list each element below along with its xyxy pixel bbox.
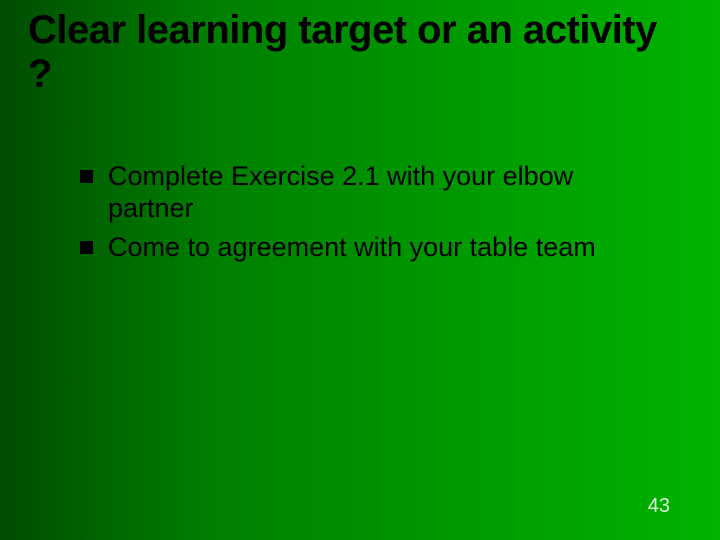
- slide-content: Complete Exercise 2.1 with your elbow pa…: [80, 160, 660, 269]
- slide: Clear learning target or an activity ? C…: [0, 0, 720, 540]
- bullet-item: Come to agreement with your table team: [80, 231, 660, 263]
- slide-title: Clear learning target or an activity ?: [28, 8, 680, 96]
- page-number: 43: [648, 495, 670, 518]
- bullet-item: Complete Exercise 2.1 with your elbow pa…: [80, 160, 660, 225]
